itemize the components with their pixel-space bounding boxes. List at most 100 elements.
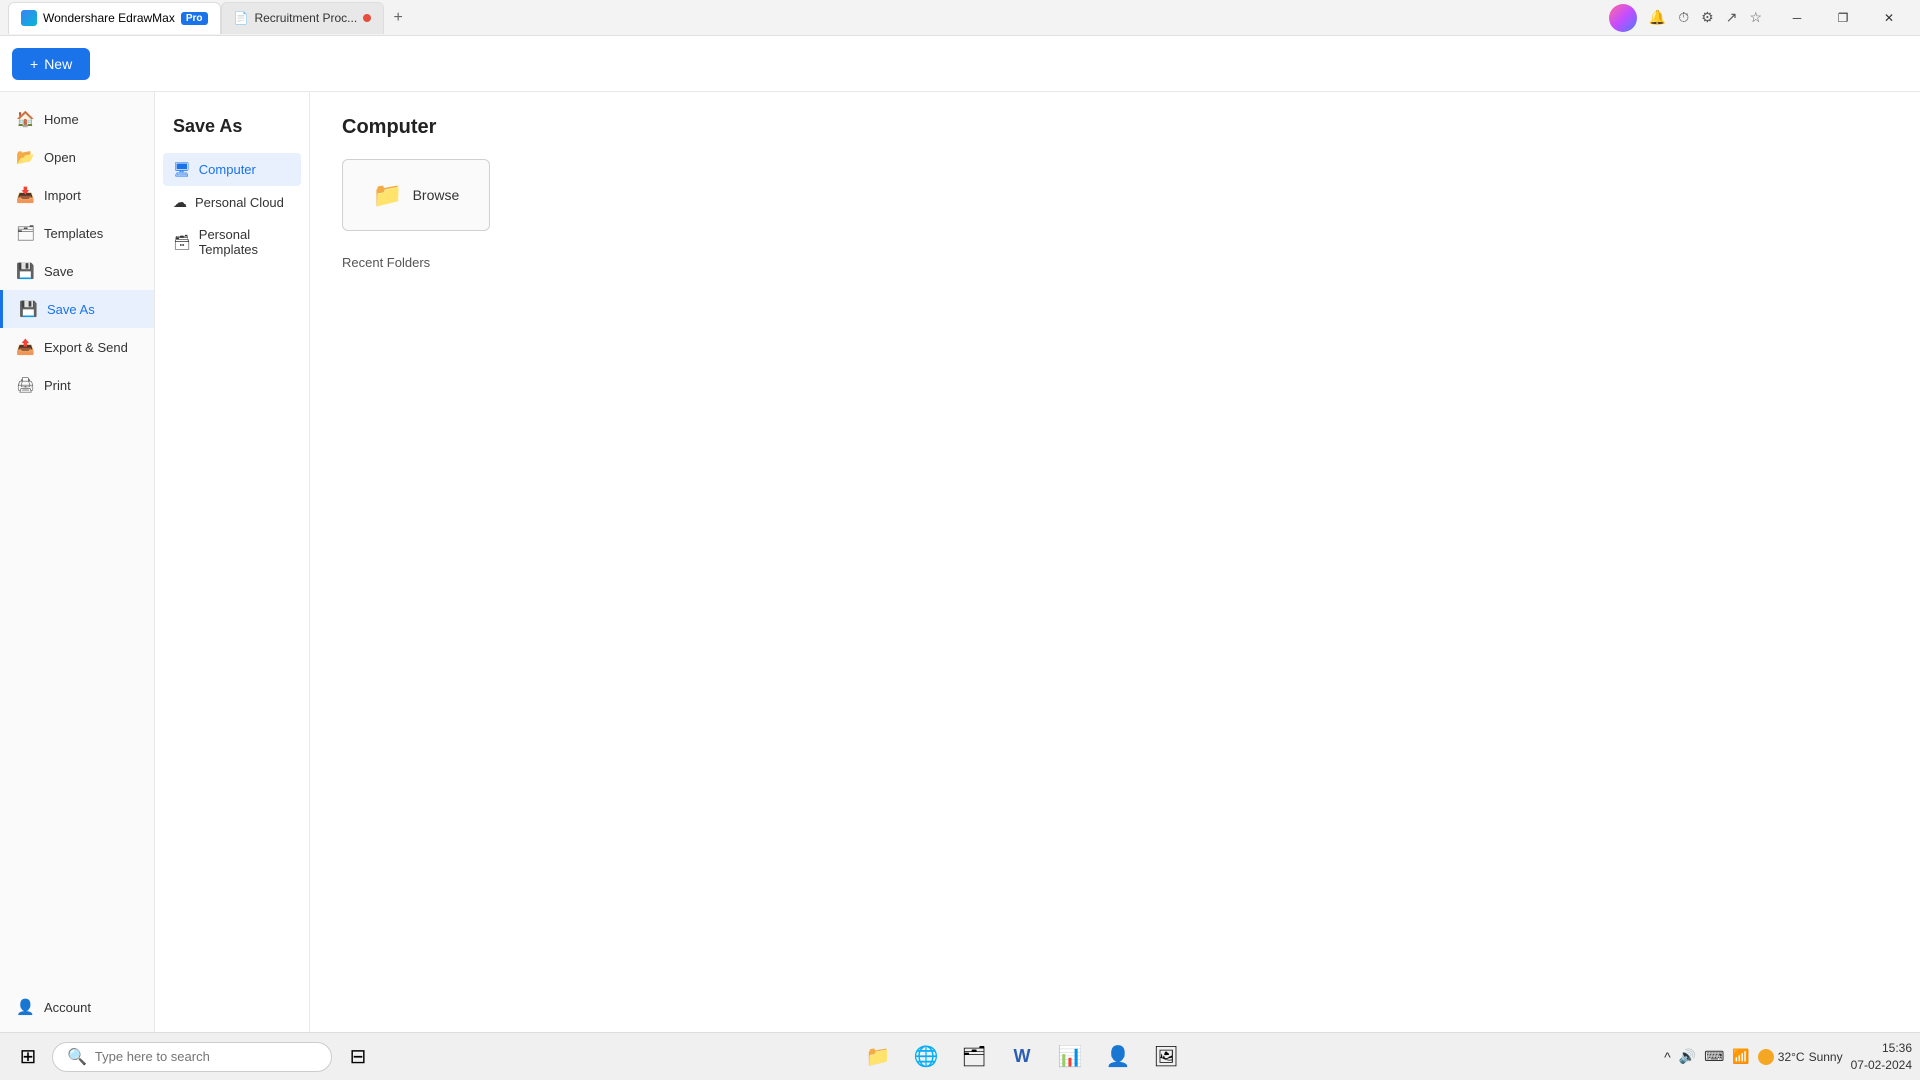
- sub-item-computer[interactable]: 🖥 Computer: [163, 153, 301, 186]
- unsaved-dot: [363, 14, 371, 22]
- network-icon[interactable]: 📶: [1732, 1048, 1749, 1065]
- sidebar-item-import[interactable]: 📥 Import: [0, 176, 154, 214]
- document-tab-label: Recruitment Proc...: [254, 11, 357, 25]
- restore-button[interactable]: ❐: [1820, 2, 1866, 34]
- titlebar-right: 🔔 ⏱ ⚙ ↗ ☆ ─ ❐ ✕: [1609, 2, 1912, 34]
- browse-button[interactable]: 📁 Browse: [342, 159, 490, 231]
- sidebar-item-open[interactable]: 📂 Open: [0, 138, 154, 176]
- taskbar-app-user2[interactable]: 🖼: [1144, 1035, 1188, 1079]
- personal-templates-icon: 🗃: [173, 234, 191, 251]
- topbar: + New: [0, 36, 1920, 92]
- sun-icon: [1758, 1049, 1774, 1065]
- search-input[interactable]: [95, 1049, 315, 1064]
- browse-label: Browse: [413, 187, 460, 203]
- sidebar-item-print[interactable]: 🖨 Print: [0, 366, 154, 404]
- taskbar-app-edraw[interactable]: 📊: [1048, 1035, 1092, 1079]
- app-name-label: Wondershare EdrawMax: [43, 11, 175, 25]
- taskbar-right: ^ 🔊 ⌨ 📶 32°C Sunny 15:36 07-02-2024: [1664, 1040, 1912, 1074]
- more-icon[interactable]: ☆: [1749, 9, 1762, 26]
- sidebar-label-export: Export & Send: [44, 340, 128, 355]
- sidebar-label-save: Save: [44, 264, 74, 279]
- notification-icon[interactable]: 🔔: [1649, 9, 1666, 26]
- sidebar-label-open: Open: [44, 150, 76, 165]
- share-icon[interactable]: ↗: [1726, 9, 1738, 26]
- app-window: + New 🏠 Home 📂 Open 📥 Import: [0, 36, 1920, 1080]
- sidebar-label-account: Account: [44, 1000, 91, 1015]
- save-icon: 💾: [16, 262, 34, 280]
- taskbar-app-folder[interactable]: 🗂: [952, 1035, 996, 1079]
- titlebar-left: Wondershare EdrawMax Pro 📄 Recruitment P…: [8, 2, 412, 34]
- search-icon: 🔍: [67, 1047, 87, 1067]
- weather-condition: Sunny: [1809, 1050, 1843, 1064]
- new-plus-icon: +: [30, 56, 38, 72]
- taskbar-app-user1[interactable]: 👤: [1096, 1035, 1140, 1079]
- sidebar-item-home[interactable]: 🏠 Home: [0, 100, 154, 138]
- sub-item-cloud-label: Personal Cloud: [195, 195, 284, 210]
- taskbar: ⊞ 🔍 ⊟ 📁 🌐 🗂 W 📊 👤 🖼 ^ 🔊 ⌨ 📶 32°C Sunny 1…: [0, 1032, 1920, 1080]
- sidebar-label-templates: Templates: [44, 226, 103, 241]
- main-content: Computer 📁 Browse Recent Folders: [310, 92, 1920, 1080]
- clock-widget: 15:36 07-02-2024: [1851, 1040, 1912, 1074]
- chevron-icon[interactable]: ^: [1664, 1049, 1671, 1065]
- taskbar-app-file-explorer[interactable]: 📁: [856, 1035, 900, 1079]
- templates-icon: 🗂: [16, 224, 34, 242]
- document-icon: 📄: [234, 11, 249, 25]
- add-tab-button[interactable]: +: [384, 4, 412, 32]
- sub-item-personal-templates[interactable]: 🗃 Personal Templates: [163, 219, 301, 265]
- print-icon: 🖨: [16, 376, 34, 394]
- folder-icon: 📁: [373, 181, 403, 210]
- sidebar-label-home: Home: [44, 112, 79, 127]
- sys-tray-icons: ^ 🔊 ⌨ 📶: [1664, 1048, 1750, 1065]
- speaker-icon[interactable]: 🔊: [1679, 1048, 1696, 1065]
- recent-folders-label: Recent Folders: [342, 255, 1888, 270]
- app-logo-icon: [21, 10, 37, 26]
- taskbar-task-view[interactable]: ⊟: [336, 1035, 380, 1079]
- account-icon: 👤: [16, 998, 34, 1016]
- new-button[interactable]: + New: [12, 48, 90, 80]
- sub-sidebar: Save As 🖥 Computer ☁ Personal Cloud 🗃 Pe…: [155, 92, 310, 1080]
- keyboard-icon[interactable]: ⌨: [1704, 1048, 1724, 1065]
- document-tab[interactable]: 📄 Recruitment Proc...: [221, 2, 385, 34]
- sidebar-label-import: Import: [44, 188, 81, 203]
- sidebar-item-save[interactable]: 💾 Save: [0, 252, 154, 290]
- sub-item-personal-cloud[interactable]: ☁ Personal Cloud: [163, 186, 301, 219]
- export-icon: 📤: [16, 338, 34, 356]
- section-title: Computer: [342, 116, 1888, 139]
- timer-icon[interactable]: ⏱: [1678, 9, 1689, 26]
- taskbar-app-word[interactable]: W: [1000, 1035, 1044, 1079]
- sidebar-item-account[interactable]: 👤 Account: [0, 988, 154, 1026]
- window-controls: ─ ❐ ✕: [1774, 2, 1912, 34]
- sub-sidebar-title: Save As: [163, 108, 301, 153]
- sidebar-label-save-as: Save As: [47, 302, 95, 317]
- cloud-icon: ☁: [173, 194, 187, 211]
- sidebar-item-templates[interactable]: 🗂 Templates: [0, 214, 154, 252]
- home-icon: 🏠: [16, 110, 34, 128]
- open-icon: 📂: [16, 148, 34, 166]
- current-date: 07-02-2024: [1851, 1057, 1912, 1074]
- edrawmax-app-tab[interactable]: Wondershare EdrawMax Pro: [8, 2, 221, 34]
- weather-temp: 32°C: [1778, 1050, 1805, 1064]
- sidebar-item-save-as[interactable]: 💾 Save As: [0, 290, 154, 328]
- sidebar-item-export-send[interactable]: 📤 Export & Send: [0, 328, 154, 366]
- titlebar: Wondershare EdrawMax Pro 📄 Recruitment P…: [0, 0, 1920, 36]
- current-time: 15:36: [1851, 1040, 1912, 1057]
- sidebar-top: 🏠 Home 📂 Open 📥 Import 🗂 Templates 💾: [0, 100, 154, 988]
- computer-icon: 🖥: [173, 161, 191, 178]
- pro-badge: Pro: [181, 12, 208, 25]
- import-icon: 📥: [16, 186, 34, 204]
- close-button[interactable]: ✕: [1866, 2, 1912, 34]
- minimize-button[interactable]: ─: [1774, 2, 1820, 34]
- settings-icon[interactable]: ⚙: [1701, 9, 1714, 26]
- sub-item-templates-label: Personal Templates: [199, 227, 291, 257]
- sidebar: 🏠 Home 📂 Open 📥 Import 🗂 Templates 💾: [0, 92, 155, 1080]
- content-area: 🏠 Home 📂 Open 📥 Import 🗂 Templates 💾: [0, 92, 1920, 1080]
- new-button-label: New: [44, 56, 72, 72]
- taskbar-left: ⊞ 🔍 ⊟: [8, 1035, 380, 1079]
- user-avatar[interactable]: [1609, 4, 1637, 32]
- taskbar-app-chrome[interactable]: 🌐: [904, 1035, 948, 1079]
- start-button[interactable]: ⊞: [8, 1037, 48, 1077]
- taskbar-apps: 📁 🌐 🗂 W 📊 👤 🖼: [856, 1035, 1188, 1079]
- taskbar-search[interactable]: 🔍: [52, 1042, 332, 1072]
- sub-item-computer-label: Computer: [199, 162, 256, 177]
- sidebar-label-print: Print: [44, 378, 71, 393]
